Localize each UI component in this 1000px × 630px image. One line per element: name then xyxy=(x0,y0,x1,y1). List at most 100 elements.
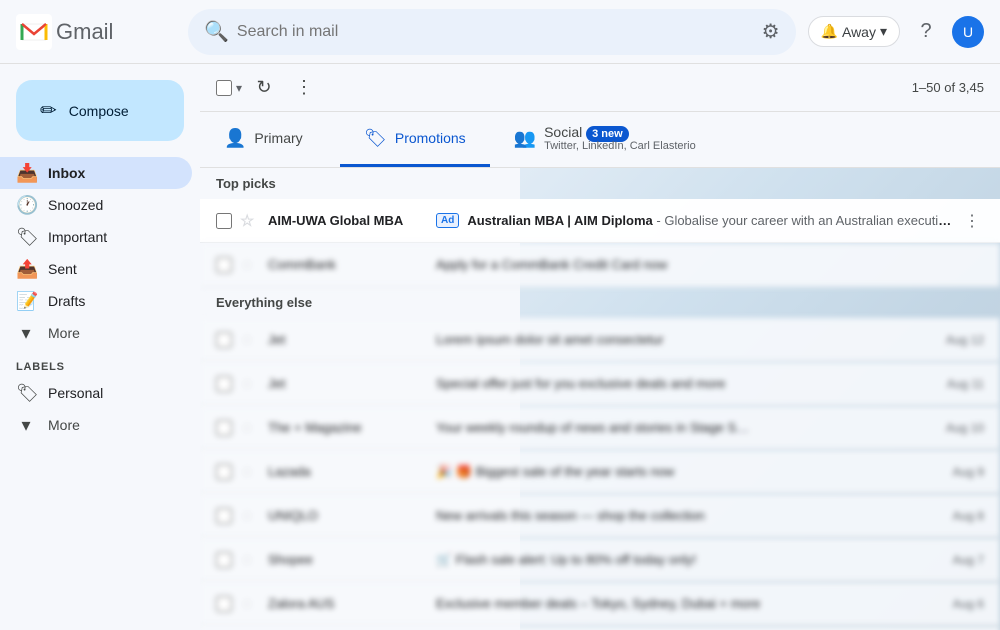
tab-promotions[interactable]: 🏷 Promotions xyxy=(340,112,490,167)
star-icon[interactable]: ☆ xyxy=(240,255,260,275)
tab-social-label: Social xyxy=(544,124,586,140)
email-subject: Apply for a CommBank Credit Card now xyxy=(436,257,968,272)
sidebar-item-label: Inbox xyxy=(48,165,85,181)
topbar: Gmail 🔍 ⚙ 🔔 Away ▾ ? U xyxy=(0,0,1000,64)
tune-icon[interactable]: ⚙ xyxy=(762,19,780,44)
sidebar-more-label-1: More xyxy=(48,325,80,341)
promotions-tab-icon: 🏷 xyxy=(364,128,387,149)
star-icon[interactable]: ☆ xyxy=(240,550,260,570)
email-row[interactable]: ☆ AIM-UWA Global MBA Ad Australian MBA |… xyxy=(200,199,1000,243)
email-row[interactable]: ☆ Zalora AUS Your style, your way – cura… xyxy=(200,626,1000,630)
sidebar-more-2[interactable]: ▾ More xyxy=(0,409,192,441)
email-sender: Shopee xyxy=(268,552,428,567)
email-row[interactable]: ☆ Lazada 🎉 🎁 Biggest sale of the year st… xyxy=(200,450,1000,494)
email-checkbox[interactable] xyxy=(216,552,232,568)
email-time: Aug 8 xyxy=(953,509,984,523)
email-subject: Special offer just for you exclusive dea… xyxy=(436,376,931,391)
email-row[interactable]: ☆ The + Magazine Your weekly roundup of … xyxy=(200,406,1000,450)
gmail-logo-icon xyxy=(16,14,52,50)
refresh-icon: ↻ xyxy=(256,77,271,98)
star-icon[interactable]: ☆ xyxy=(240,506,260,526)
email-subject: 🎉 🎁 Biggest sale of the year starts now xyxy=(436,464,937,480)
search-input[interactable] xyxy=(237,23,754,41)
sidebar-item-label: Drafts xyxy=(48,293,85,309)
snoozed-icon: 🕐 xyxy=(16,195,36,216)
email-more-button[interactable]: ⋮ xyxy=(960,209,984,233)
email-checkbox[interactable] xyxy=(216,213,232,229)
sidebar-item-important[interactable]: 🏷 Important xyxy=(0,221,192,253)
email-subject: 🛒 Flash sale alert: Up to 80% off today … xyxy=(436,552,937,568)
tab-social[interactable]: 👥 Social 3 new Twitter, LinkedIn, Carl E… xyxy=(490,112,720,167)
labels-section: Labels xyxy=(0,349,200,377)
select-all-checkbox-group[interactable]: ▾ xyxy=(216,80,242,96)
help-icon: ? xyxy=(920,20,931,43)
email-time: Aug 7 xyxy=(953,553,984,567)
sidebar-item-snoozed[interactable]: 🕐 Snoozed xyxy=(0,189,192,221)
subject-strong: Australian MBA | AIM Diploma xyxy=(467,213,652,228)
email-sender: UNIQLO xyxy=(268,508,428,523)
gmail-logo-text: Gmail xyxy=(56,19,113,45)
star-icon[interactable]: ☆ xyxy=(240,418,260,438)
sidebar-item-drafts[interactable]: 📝 Drafts xyxy=(0,285,192,317)
star-icon[interactable]: ☆ xyxy=(240,330,260,350)
email-time: Aug 12 xyxy=(946,333,984,347)
email-list: Top picks ☆ AIM-UWA Global MBA Ad Austra… xyxy=(200,168,1000,630)
status-button[interactable]: 🔔 Away ▾ xyxy=(808,16,900,47)
email-sender: Jet xyxy=(268,332,428,347)
email-sender: Jet xyxy=(268,376,428,391)
email-checkbox[interactable] xyxy=(216,596,232,612)
email-sender: The + Magazine xyxy=(268,420,428,435)
email-subject: Lorem ipsum dolor sit amet consectetur xyxy=(436,332,930,347)
more-icon-1: ▾ xyxy=(16,323,36,344)
email-time: Aug 10 xyxy=(946,421,984,435)
email-sender: AIM-UWA Global MBA xyxy=(268,213,428,228)
email-time: Aug 6 xyxy=(953,597,984,611)
refresh-button[interactable]: ↻ xyxy=(246,70,282,106)
email-row[interactable]: ☆ Jet Lorem ipsum dolor sit amet consect… xyxy=(200,318,1000,362)
email-row[interactable]: ☆ Jet Special offer just for you exclusi… xyxy=(200,362,1000,406)
sidebar-more-1[interactable]: ▾ More xyxy=(0,317,192,349)
status-icon: 🔔 xyxy=(821,23,838,40)
email-checkbox[interactable] xyxy=(216,257,232,273)
sidebar-item-personal[interactable]: 🏷 Personal xyxy=(0,377,192,409)
email-row[interactable]: ☆ UNIQLO New arrivals this season — shop… xyxy=(200,494,1000,538)
sidebar-item-inbox[interactable]: 📥 Inbox xyxy=(0,157,192,189)
star-icon[interactable]: ☆ xyxy=(240,594,260,614)
tab-primary-label: Primary xyxy=(254,130,302,146)
email-subject: New arrivals this season — shop the coll… xyxy=(436,508,937,523)
more-icon-2: ▾ xyxy=(16,415,36,436)
content-area: ▾ ↻ ⋮ 1–50 of 3,45 👤 Primary 🏷 Promotion… xyxy=(200,64,1000,630)
star-icon[interactable]: ☆ xyxy=(240,211,260,231)
sidebar: ✏ Compose 📥 Inbox 🕐 Snoozed 🏷 Important … xyxy=(0,64,200,630)
select-all-checkbox[interactable] xyxy=(216,80,232,96)
email-checkbox[interactable] xyxy=(216,420,232,436)
tab-primary[interactable]: 👤 Primary xyxy=(200,112,340,167)
inbox-icon: 📥 xyxy=(16,163,36,184)
more-options-button[interactable]: ⋮ xyxy=(286,70,322,106)
star-icon[interactable]: ☆ xyxy=(240,374,260,394)
star-icon[interactable]: ☆ xyxy=(240,462,260,482)
chevron-down-icon[interactable]: ▾ xyxy=(236,81,242,95)
sidebar-item-sent[interactable]: 📤 Sent xyxy=(0,253,192,285)
help-button[interactable]: ? xyxy=(908,14,944,50)
tab-promotions-label: Promotions xyxy=(395,130,466,146)
compose-button[interactable]: ✏ Compose xyxy=(16,80,184,141)
sidebar-item-label: Personal xyxy=(48,385,103,401)
avatar[interactable]: U xyxy=(952,16,984,48)
email-checkbox[interactable] xyxy=(216,376,232,392)
everything-else-header: Everything else xyxy=(200,287,1000,318)
ad-badge: Ad xyxy=(436,213,459,228)
email-checkbox[interactable] xyxy=(216,332,232,348)
email-checkbox[interactable] xyxy=(216,508,232,524)
email-row[interactable]: ☆ Shopee 🛒 Flash sale alert: Up to 80% o… xyxy=(200,538,1000,582)
search-bar[interactable]: 🔍 ⚙ xyxy=(188,9,796,55)
chevron-down-icon: ▾ xyxy=(880,23,887,40)
email-row[interactable]: ☆ CommBank Apply for a CommBank Credit C… xyxy=(200,243,1000,287)
tab-social-content: Social 3 new Twitter, LinkedIn, Carl Ela… xyxy=(544,124,696,152)
email-snippet: - Globalise your career with an Australi… xyxy=(656,213,952,228)
search-icon: 🔍 xyxy=(204,19,229,44)
email-row[interactable]: ☆ Zalora AUS Exclusive member deals – To… xyxy=(200,582,1000,626)
sent-icon: 📤 xyxy=(16,259,36,280)
email-checkbox[interactable] xyxy=(216,464,232,480)
compose-icon: ✏ xyxy=(40,98,57,123)
